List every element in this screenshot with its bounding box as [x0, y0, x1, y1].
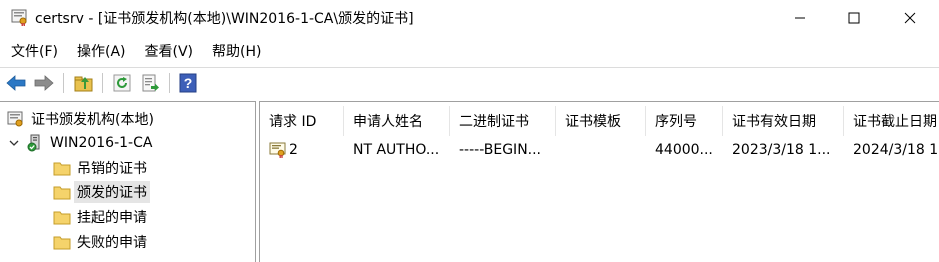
- minimize-icon: [795, 17, 805, 18]
- folder-icon: [53, 233, 71, 251]
- refresh-icon: [113, 74, 131, 92]
- list-header: 请求 ID 申请人姓名 二进制证书 证书模板 序列号 证书有效日期 证书截止日期: [260, 106, 939, 136]
- folder-icon: [53, 159, 71, 177]
- title-bar: certsrv - [证书颁发机构(本地)\WIN2016-1-CA\颁发的证书…: [0, 0, 939, 35]
- forward-button[interactable]: [33, 72, 55, 94]
- menu-action[interactable]: 操作(A): [77, 38, 126, 64]
- table-row[interactable]: 2 NT AUTHO... -----BEGIN... 44000... 202…: [260, 139, 939, 161]
- tree-ca-node[interactable]: WIN2016-1-CA: [8, 132, 152, 154]
- cell-template: [556, 139, 646, 161]
- certificate-authority-icon: [7, 110, 25, 128]
- column-header-requester[interactable]: 申请人姓名: [344, 106, 450, 136]
- console-tree-pane: 证书颁发机构(本地) WIN2016-1-CA 吊销的证书 颁发的证书 挂起的申…: [0, 101, 256, 262]
- cell-expiry-date: 2024/3/18 1...: [853, 142, 939, 158]
- folder-icon: [53, 183, 71, 201]
- up-folder-icon: [74, 76, 93, 92]
- certificate-list-pane: 请求 ID 申请人姓名 二进制证书 证书模板 序列号 证书有效日期 证书截止日期…: [259, 101, 939, 262]
- certificate-icon: [269, 142, 286, 158]
- column-header-binary-cert[interactable]: 二进制证书: [450, 106, 556, 136]
- forward-arrow-icon: [34, 75, 54, 91]
- cell-binary-cert: -----BEGIN...: [459, 142, 542, 158]
- tree-folder-pending[interactable]: 挂起的申请: [53, 206, 147, 228]
- tree-folder-revoked[interactable]: 吊销的证书: [53, 157, 147, 179]
- export-list-button[interactable]: [140, 72, 162, 94]
- menu-view[interactable]: 查看(V): [145, 38, 194, 64]
- svg-text:?: ?: [184, 75, 193, 91]
- up-one-level-button[interactable]: [73, 72, 95, 94]
- tree-folder-label: 挂起的申请: [77, 210, 147, 226]
- refresh-button[interactable]: [111, 72, 133, 94]
- cell-request-id: 2: [260, 139, 344, 161]
- cell-effective-date: 2023/3/18 1...: [732, 142, 831, 158]
- help-button[interactable]: ?: [177, 72, 199, 94]
- request-id-value: 2: [289, 142, 298, 158]
- ca-server-icon: [26, 134, 44, 152]
- toolbar: ?: [0, 67, 939, 97]
- tree-folder-label: 失败的申请: [77, 235, 147, 251]
- cell-requester: NT AUTHO...: [353, 142, 440, 158]
- maximize-icon: [848, 12, 860, 23]
- export-list-icon: [142, 74, 159, 92]
- tree-ca-label: WIN2016-1-CA: [50, 135, 153, 151]
- tree-folder-label: 颁发的证书: [74, 181, 150, 203]
- tree-root-ca-local[interactable]: 证书颁发机构(本地): [7, 108, 154, 130]
- toolbar-separator: [102, 73, 103, 93]
- cell-serial: 44000...: [655, 142, 713, 158]
- close-icon: [904, 12, 916, 23]
- column-header-template[interactable]: 证书模板: [556, 106, 646, 136]
- column-header-request-id[interactable]: 请求 ID: [260, 106, 344, 136]
- column-header-effective-date[interactable]: 证书有效日期: [723, 106, 844, 136]
- back-button[interactable]: [5, 72, 27, 94]
- maximize-button[interactable]: [831, 0, 877, 35]
- column-header-expiry-date[interactable]: 证书截止日期: [844, 106, 939, 136]
- folder-icon: [53, 208, 71, 226]
- certsrv-app-icon[interactable]: [11, 8, 29, 26]
- menu-file[interactable]: 文件(F): [11, 38, 58, 64]
- back-arrow-icon: [6, 75, 26, 91]
- tree-folder-issued[interactable]: 颁发的证书: [53, 181, 150, 203]
- window-title: certsrv - [证书颁发机构(本地)\WIN2016-1-CA\颁发的证书…: [35, 11, 414, 27]
- close-button[interactable]: [887, 0, 933, 35]
- tree-root-label: 证书颁发机构(本地): [31, 112, 154, 128]
- help-icon: ?: [179, 73, 197, 93]
- menu-bar: 文件(F) 操作(A) 查看(V) 帮助(H): [0, 38, 261, 64]
- minimize-button[interactable]: [777, 0, 823, 35]
- toolbar-separator: [63, 73, 64, 93]
- column-header-serial[interactable]: 序列号: [646, 106, 723, 136]
- tree-folder-failed[interactable]: 失败的申请: [53, 231, 147, 253]
- menu-help[interactable]: 帮助(H): [212, 38, 261, 64]
- chevron-down-icon[interactable]: [8, 134, 20, 152]
- tree-folder-label: 吊销的证书: [77, 161, 147, 177]
- toolbar-separator: [169, 73, 170, 93]
